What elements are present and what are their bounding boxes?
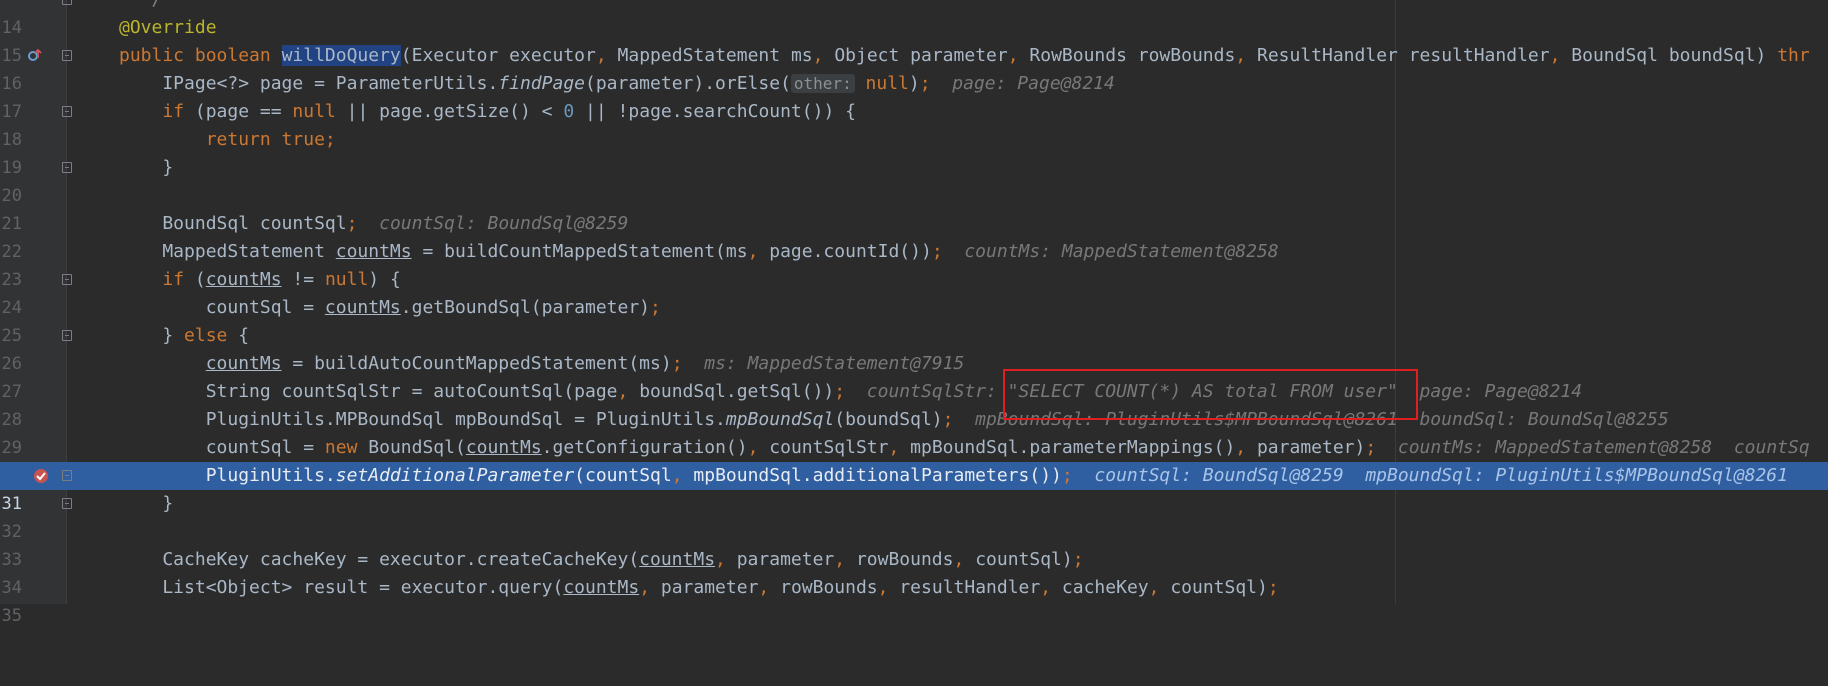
debug-inline-value: ms: MappedStatement@7915 [704,353,965,374]
code-line[interactable]: 25 countSql = countMs.getBoundSql(parame… [0,294,1828,346]
code-line[interactable]: 33 [0,518,1828,570]
code-text: } [119,157,174,178]
code-line[interactable]: 19 return true; [0,126,1828,178]
debug-inline-value: countSql: BoundSql@8259 [379,213,629,234]
parameter-name-hint: other: [790,74,855,93]
code-line[interactable]: 26 } else { [0,322,1828,374]
code-line[interactable]: 30 countSql = new BoundSql(countMs.getCo… [0,434,1828,486]
line-number: 35 [1,606,22,626]
code-line[interactable]: 29 PluginUtils.MPBoundSql mpBoundSql = P… [0,406,1828,458]
code-line[interactable]: 20 } [0,154,1828,206]
breakpoint-icon[interactable] [32,467,50,485]
debug-inline-value: countMs: MappedStatement@8258 countSq [1397,437,1810,458]
code-text: List<Object> result = executor.query(cou… [119,577,1279,598]
code-text: countMs = buildAutoCountMappedStatement(… [205,353,965,374]
fold-icon[interactable] [62,0,72,5]
code-text: countSql = countMs.getBoundSql(parameter… [119,297,661,318]
code-text: PluginUtils.MPBoundSql mpBoundSql = Plug… [119,409,1669,430]
debug-inline-value: countMs: MappedStatement@8258 [964,241,1279,262]
fold-icon[interactable] [62,470,72,481]
code-text: if (page == null || page.getSize() < 0 |… [162,101,856,122]
code-line[interactable]: 14 */ [0,0,1828,38]
current-execution-line[interactable]: 31 PluginUtils.setAdditionalParameter(co… [0,462,1828,514]
code-line[interactable]: 28 String countSqlStr = autoCountSql(pag… [0,378,1828,430]
fold-icon[interactable] [62,498,72,509]
code-text: @Override [119,17,217,38]
code-line[interactable]: 15 @Override [0,14,1828,66]
fold-icon[interactable] [62,162,72,173]
code-line[interactable]: 21 [0,182,1828,234]
code-line[interactable]: 35 List<Object> result = executor.query(… [0,574,1828,626]
code-text: PluginUtils.setAdditionalParameter(count… [119,465,1788,486]
code-line[interactable]: 16 public boolean willDoQuery(Executor e… [0,42,1828,94]
fold-icon[interactable] [62,50,72,61]
debug-inline-value: countSql: BoundSql@8259 mpBoundSql: Plug… [1094,465,1788,486]
fold-icon[interactable] [62,274,72,285]
code-text: MappedStatement countMs = buildCountMapp… [119,241,1279,262]
code-editor[interactable]: 14 */ 15 @Override 16 public boolean wil… [0,0,1828,626]
code-line[interactable]: 32 } [0,490,1828,542]
code-line[interactable]: 22 BoundSql countSql; countSql: BoundSql… [0,210,1828,262]
code-text: BoundSql countSql; countSql: BoundSql@82… [119,213,629,234]
code-line[interactable]: 27 countMs = buildAutoCountMappedStateme… [0,350,1828,402]
annotation-highlight-box [1003,369,1418,420]
code-text: } else { [119,325,250,346]
fold-icon[interactable] [62,330,72,341]
code-text: } [119,493,174,514]
code-line[interactable]: 24 if (countMs != null) { [0,266,1828,318]
code-text: public boolean willDoQuery(Executor exec… [119,45,1810,66]
code-line[interactable]: 23 MappedStatement countMs = buildCountM… [0,238,1828,290]
override-icon[interactable] [28,48,42,62]
code-text: return true; [205,129,336,150]
code-text: countSql = new BoundSql(countMs.getConfi… [119,437,1810,458]
code-text: */ [119,0,163,14]
code-line[interactable]: 18 if (page == null || page.getSize() < … [0,98,1828,150]
code-text: CacheKey cacheKey = executor.createCache… [119,549,1084,570]
debug-inline-value: page: Page@8214 [952,73,1115,94]
code-text: IPage<?> page = ParameterUtils.findPage(… [119,73,1115,94]
code-line[interactable]: 17 IPage<?> page = ParameterUtils.findPa… [0,70,1828,122]
code-line[interactable]: 34 CacheKey cacheKey = executor.createCa… [0,546,1828,598]
fold-icon[interactable] [62,106,72,117]
code-text: if (countMs != null) { [162,269,401,290]
